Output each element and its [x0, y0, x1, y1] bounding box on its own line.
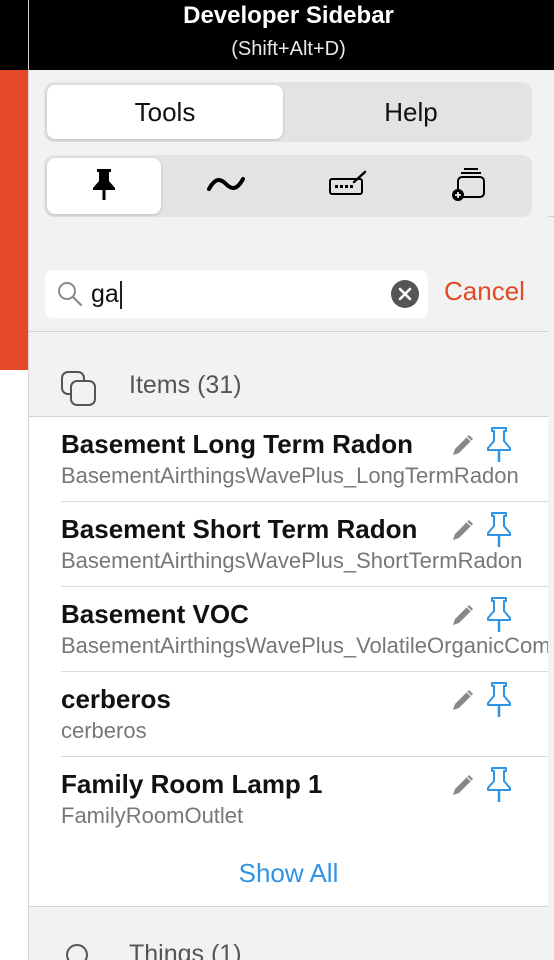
pencil-icon[interactable]	[449, 431, 477, 464]
sidebar-header: Developer Sidebar (Shift+Alt+D)	[29, 0, 548, 70]
things-section-title: Things (1)	[129, 940, 242, 960]
list-item[interactable]: Basement Short Term Radon BasementAirthi…	[29, 502, 548, 587]
item-label: Family Room Lamp 1	[61, 769, 323, 799]
tab-help[interactable]: Help	[293, 85, 529, 139]
item-name: BasementAirthingsWavePlus_ShortTermRadon	[61, 548, 523, 573]
main-tabs: Tools Help	[44, 82, 532, 142]
wave-icon	[207, 174, 245, 199]
sidebar-shortcut: (Shift+Alt+D)	[231, 38, 346, 60]
pencil-icon[interactable]	[449, 516, 477, 549]
show-all-link[interactable]: Show All	[29, 840, 548, 906]
list-item[interactable]: Basement Long Term Radon BasementAirthin…	[29, 417, 548, 502]
mode-selector	[44, 155, 532, 217]
item-name: BasementAirthingsWavePlus_LongTermRadon	[61, 463, 519, 488]
search-input[interactable]: ga	[91, 278, 122, 310]
mode-pinned[interactable]	[47, 158, 161, 214]
item-name: cerberos	[61, 718, 147, 743]
pin-icon[interactable]	[485, 511, 513, 554]
item-label: cerberos	[61, 684, 171, 714]
item-label: Basement VOC	[61, 599, 249, 629]
search-box[interactable]: ga	[45, 270, 428, 318]
list-item[interactable]: Basement VOC BasementAirthingsWavePlus_V…	[29, 587, 548, 672]
pencil-icon[interactable]	[449, 686, 477, 719]
item-label: Basement Long Term Radon	[61, 429, 414, 459]
items-section-header: Items (31)	[29, 335, 548, 417]
pin-icon[interactable]	[485, 766, 513, 809]
pencil-icon[interactable]	[449, 601, 477, 634]
pencil-icon[interactable]	[449, 771, 477, 804]
pin-icon	[91, 167, 117, 206]
mode-activity[interactable]	[169, 158, 283, 214]
item-name: FamilyRoomOutlet	[61, 803, 244, 828]
pin-icon[interactable]	[485, 426, 513, 469]
sidebar-title: Developer Sidebar	[183, 2, 394, 29]
item-label: Basement Short Term Radon	[61, 514, 418, 544]
pin-icon[interactable]	[485, 681, 513, 724]
items-section-title: Items (31)	[129, 371, 242, 399]
list-item[interactable]: Family Room Lamp 1 FamilyRoomOutlet	[29, 757, 548, 842]
items-stack-icon	[61, 371, 97, 412]
cancel-search-button[interactable]: Cancel	[444, 276, 525, 307]
mode-widgets[interactable]	[413, 158, 527, 214]
keyboard-pen-icon	[328, 170, 368, 203]
list-item[interactable]: cerberos cerberos	[29, 672, 548, 757]
clear-search-icon[interactable]	[391, 280, 419, 313]
developer-sidebar: Developer Sidebar (Shift+Alt+D) Tools He…	[28, 0, 548, 960]
add-window-icon	[450, 167, 490, 206]
tab-tools[interactable]: Tools	[47, 85, 283, 139]
search-icon	[61, 940, 95, 960]
text-caret	[119, 281, 122, 310]
things-section-header: Things (1)	[29, 904, 548, 960]
items-list: Basement Long Term Radon BasementAirthin…	[29, 417, 548, 905]
item-name: BasementAirthingsWavePlus_VolatileOrgani…	[61, 633, 548, 658]
mode-code[interactable]	[291, 158, 405, 214]
search-input-value: ga	[91, 280, 119, 308]
search-icon	[57, 281, 83, 312]
background-right-tick	[548, 216, 554, 217]
pin-icon[interactable]	[485, 596, 513, 639]
divider	[29, 331, 548, 332]
